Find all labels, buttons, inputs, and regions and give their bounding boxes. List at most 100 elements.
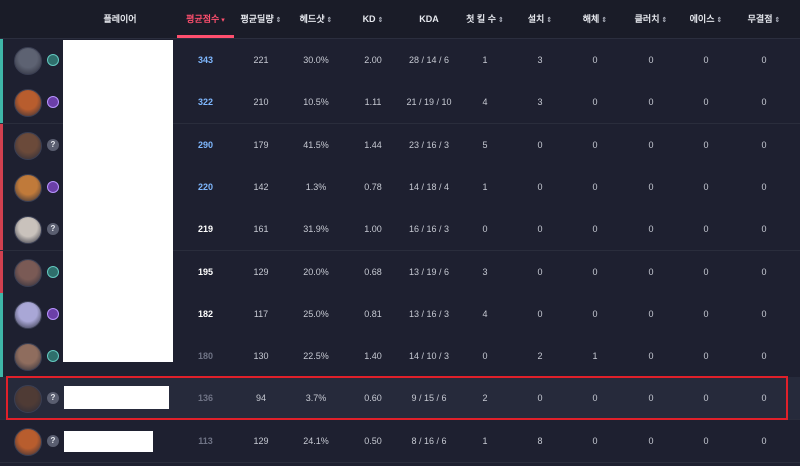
cell-ace: 0 bbox=[703, 435, 709, 446]
cell-fb: 2 bbox=[482, 393, 488, 404]
cell-kda: 9 / 15 / 6 bbox=[411, 393, 447, 404]
cell-score: 113 bbox=[198, 435, 213, 446]
cell-plant: 2 bbox=[537, 351, 543, 362]
cell-ace: 0 bbox=[703, 393, 709, 404]
cell-defuse: 0 bbox=[592, 308, 598, 319]
rank-icon bbox=[47, 54, 59, 66]
column-header-score[interactable]: 평균점수 ▾ bbox=[177, 0, 234, 38]
cell-kd: 1.40 bbox=[364, 351, 382, 362]
column-header-fb[interactable]: 첫 킬 수 ⇕ bbox=[462, 0, 508, 38]
cell-defuse: 0 bbox=[592, 393, 598, 404]
cell-ace: 0 bbox=[703, 308, 709, 319]
unknown-rank-icon: ? bbox=[47, 138, 59, 151]
cell-defuse: 0 bbox=[592, 266, 598, 277]
cell-fb: 0 bbox=[482, 351, 488, 362]
sort-icon: ⇕ bbox=[716, 17, 723, 24]
agent-avatar-icon[interactable] bbox=[14, 47, 42, 75]
column-header-label: 플레이어 bbox=[103, 14, 137, 24]
sort-icon: ⇕ bbox=[661, 17, 668, 24]
cell-plant: 0 bbox=[537, 181, 543, 192]
cell-kd: 0.50 bbox=[364, 435, 382, 446]
column-header-clutch[interactable]: 클러치 ⇕ bbox=[625, 0, 677, 38]
cell-plant: 3 bbox=[537, 97, 543, 108]
column-header-hs[interactable]: 헤드샷 ⇕ bbox=[290, 0, 342, 38]
cell-flawless: 0 bbox=[761, 139, 767, 150]
agent-avatar-icon[interactable] bbox=[14, 216, 42, 245]
cell-damage: 210 bbox=[253, 97, 269, 108]
cell-score: 290 bbox=[197, 139, 214, 150]
cell-kd: 0.68 bbox=[364, 266, 382, 277]
agent-avatar-icon[interactable] bbox=[14, 258, 42, 287]
redacted-name-box bbox=[64, 386, 169, 409]
cell-kda: 14 / 10 / 3 bbox=[408, 351, 450, 362]
cell-damage: 161 bbox=[253, 224, 269, 235]
cell-kda: 28 / 14 / 6 bbox=[408, 55, 450, 65]
column-header-label: 첫 킬 수 bbox=[466, 14, 496, 24]
cell-kd: 0.81 bbox=[364, 308, 382, 319]
cell-ace: 0 bbox=[703, 266, 709, 277]
cell-clutch: 0 bbox=[648, 351, 654, 362]
cell-flawless: 0 bbox=[761, 393, 767, 404]
column-header-player[interactable]: 플레이어 bbox=[60, 0, 180, 38]
cell-kda: 14 / 18 / 4 bbox=[408, 181, 450, 192]
cell-clutch: 0 bbox=[648, 55, 654, 65]
cell-hs: 25.0% bbox=[303, 308, 329, 319]
column-header-label: 평균점수 bbox=[186, 14, 220, 24]
cell-hs: 24.1% bbox=[303, 435, 329, 446]
column-header-label: 에이스 bbox=[689, 14, 715, 24]
rank-icon bbox=[47, 180, 59, 193]
column-header-ace[interactable]: 에이스 ⇕ bbox=[680, 0, 732, 38]
agent-avatar-icon[interactable] bbox=[14, 343, 42, 372]
agent-avatar-icon[interactable] bbox=[14, 173, 42, 202]
cell-hs: 22.5% bbox=[303, 351, 329, 362]
agent-avatar-icon[interactable] bbox=[14, 131, 42, 160]
team-stripe bbox=[0, 250, 3, 293]
column-header-label: 설치 bbox=[527, 14, 545, 24]
cell-ace: 0 bbox=[703, 97, 709, 108]
column-header-defuse[interactable]: 해체 ⇕ bbox=[570, 0, 620, 38]
column-header-plant[interactable]: 설치 ⇕ bbox=[515, 0, 565, 38]
cell-damage: 130 bbox=[253, 351, 269, 362]
cell-damage: 129 bbox=[253, 266, 269, 277]
cell-kda: 21 / 19 / 10 bbox=[406, 97, 452, 108]
column-header-kda[interactable]: KDA bbox=[398, 0, 460, 38]
team-stripe bbox=[0, 81, 3, 124]
sort-icon: ⇕ bbox=[326, 17, 333, 24]
cell-defuse: 0 bbox=[592, 55, 598, 65]
unknown-rank-icon: ? bbox=[47, 434, 59, 447]
agent-avatar-icon[interactable] bbox=[14, 89, 42, 118]
cell-flawless: 0 bbox=[761, 55, 767, 65]
cell-defuse: 0 bbox=[592, 181, 598, 192]
cell-ace: 0 bbox=[703, 139, 709, 150]
sort-icon: ⇕ bbox=[377, 17, 384, 24]
cell-ace: 0 bbox=[703, 351, 709, 362]
cell-hs: 1.3% bbox=[305, 181, 327, 192]
cell-plant: 0 bbox=[537, 139, 543, 150]
cell-kd: 0.60 bbox=[364, 393, 382, 404]
column-header-label: 무결점 bbox=[747, 14, 773, 24]
agent-avatar-icon[interactable] bbox=[14, 300, 42, 329]
column-header-flawless[interactable]: 무결점 ⇕ bbox=[736, 0, 792, 38]
cell-flawless: 0 bbox=[761, 97, 767, 108]
cell-damage: 221 bbox=[253, 55, 269, 65]
cell-fb: 4 bbox=[482, 308, 488, 319]
unknown-rank-icon: ? bbox=[47, 392, 59, 405]
agent-avatar-icon[interactable] bbox=[14, 427, 42, 456]
cell-clutch: 0 bbox=[648, 393, 654, 404]
cell-hs: 20.0% bbox=[303, 266, 329, 277]
cell-fb: 1 bbox=[482, 435, 488, 446]
agent-avatar-icon[interactable] bbox=[14, 385, 42, 414]
redacted-name-block bbox=[63, 40, 173, 362]
cell-kd: 1.00 bbox=[364, 224, 382, 235]
cell-score: 220 bbox=[197, 181, 214, 192]
cell-kd: 1.44 bbox=[364, 139, 382, 150]
cell-kda: 23 / 16 / 3 bbox=[408, 139, 450, 150]
cell-kda: 13 / 16 / 3 bbox=[408, 308, 450, 319]
cell-flawless: 0 bbox=[761, 181, 767, 192]
cell-flawless: 0 bbox=[761, 435, 767, 446]
sort-desc-icon: ▾ bbox=[221, 17, 225, 24]
cell-ace: 0 bbox=[703, 181, 709, 192]
cell-ace: 0 bbox=[703, 224, 709, 235]
column-header-kd[interactable]: KD ⇕ bbox=[350, 0, 396, 38]
column-header-damage[interactable]: 평균딜량 ⇕ bbox=[236, 0, 286, 38]
